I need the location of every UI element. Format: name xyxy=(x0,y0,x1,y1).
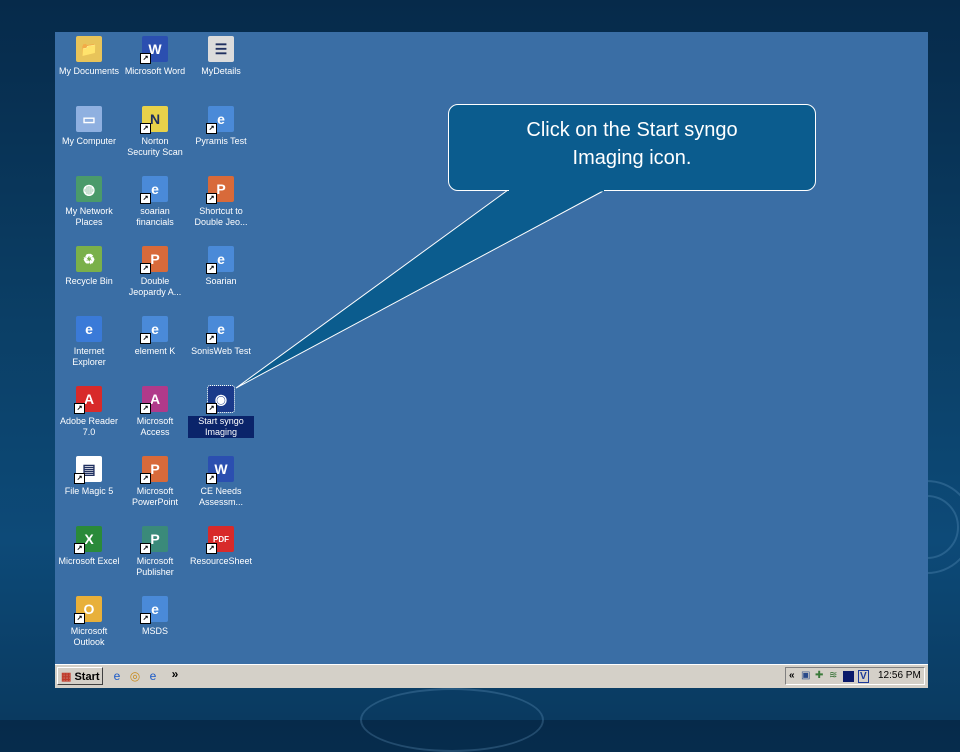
callout-line-1: Click on the Start syngo xyxy=(526,119,738,141)
start-button[interactable]: ▦ Start xyxy=(57,667,103,685)
ie-shortcut-icon[interactable]: e xyxy=(145,668,161,684)
ie-icon[interactable]: e xyxy=(109,668,125,684)
quick-launch-chevron[interactable]: » xyxy=(167,666,183,682)
security-tray-icon[interactable]: ✚ xyxy=(815,669,823,683)
clock: 12:56 PM xyxy=(878,670,921,681)
system-tray: « ▣ ✚ ≋ V 12:56 PM xyxy=(785,667,925,685)
wireless-tray-icon[interactable]: ≋ xyxy=(829,669,837,683)
callout-line-2: Imaging icon. xyxy=(572,147,692,169)
tray-expand-chevron[interactable]: « xyxy=(789,669,795,683)
taskbar: ▦ Start e ◎ e » « ▣ ✚ ≋ V 12:56 PM xyxy=(55,664,928,688)
app-tray-icon[interactable] xyxy=(843,671,854,682)
outlook-icon[interactable]: ◎ xyxy=(127,668,143,684)
instruction-callout: Click on the Start syngo Imaging icon. xyxy=(448,104,816,191)
network-tray-icon[interactable]: ▣ xyxy=(801,669,810,683)
windows-flag-icon: ▦ xyxy=(61,671,72,683)
start-label: Start xyxy=(74,671,100,683)
tray-badge[interactable]: V xyxy=(858,670,869,683)
